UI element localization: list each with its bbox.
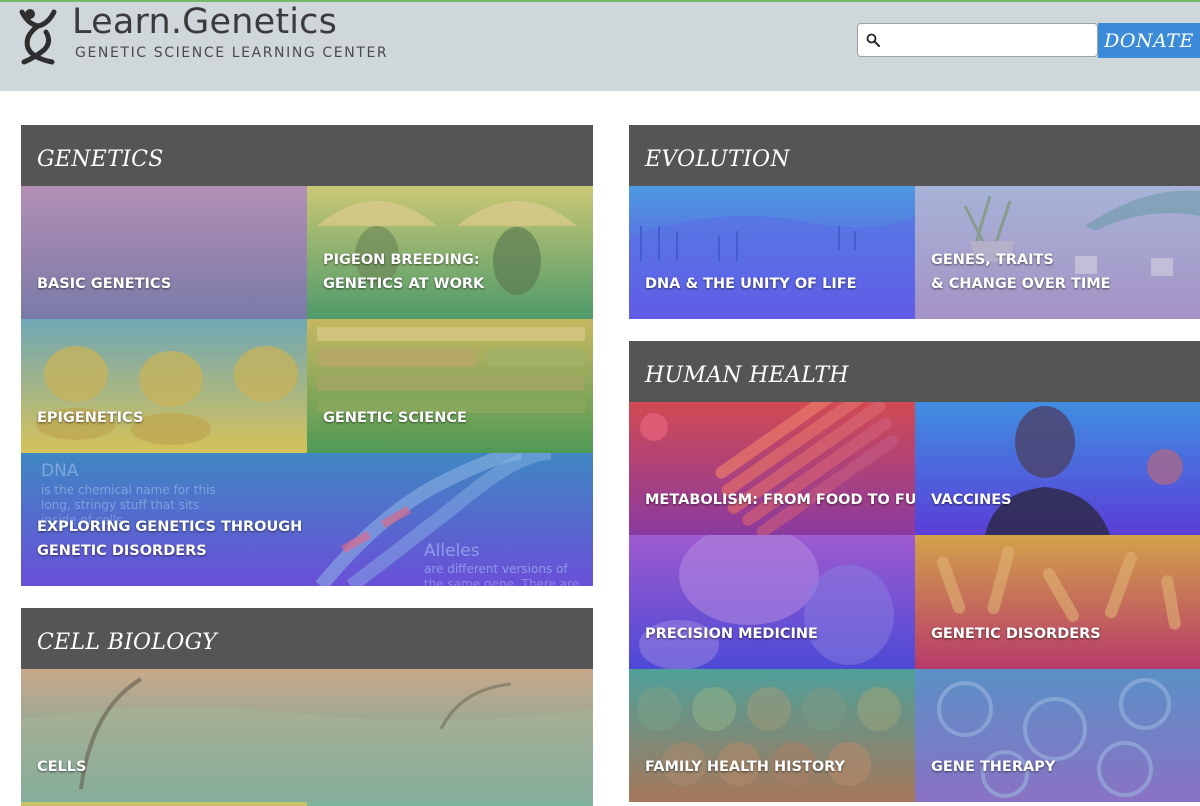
tile-label: METABOLISM: FROM FOOD TO FUEL xyxy=(645,492,915,508)
genetic-science-art xyxy=(307,319,593,453)
tile-label: PRECISION MEDICINE xyxy=(645,626,818,642)
tile-label: EPIGENETICS xyxy=(37,410,144,426)
section-title: CELL BIOLOGY xyxy=(37,630,217,655)
art-text-dna-word: DNA xyxy=(41,461,79,481)
next-row-strip-1 xyxy=(21,802,307,806)
tile-dna-unity-of-life[interactable]: DNA & THE UNITY OF LIFE xyxy=(629,186,915,319)
search-box[interactable] xyxy=(857,23,1098,57)
tile-genetic-science[interactable]: GENETIC SCIENCE xyxy=(307,319,593,453)
site-logo-title[interactable]: Learn.Genetics xyxy=(72,2,337,42)
gene-therapy-art xyxy=(915,669,1200,802)
donate-button[interactable]: DONATE xyxy=(1098,23,1200,58)
section-title: EVOLUTION xyxy=(645,147,790,172)
tile-label: FAMILY HEALTH HISTORY xyxy=(645,759,846,775)
search-icon xyxy=(866,33,880,47)
epigenetics-art xyxy=(21,319,307,453)
dna-unity-art xyxy=(629,186,915,319)
section-header-cell-biology[interactable]: CELL BIOLOGY xyxy=(21,608,593,669)
tile-label: EXPLORING GENETICS THROUGH GENETIC DISORD… xyxy=(37,519,303,559)
dna-logo-icon[interactable] xyxy=(18,6,58,66)
section-header-genetics[interactable]: GENETICS xyxy=(21,125,593,186)
tile-label: GENES, TRAITS & CHANGE OVER TIME xyxy=(931,252,1111,292)
tile-gene-therapy[interactable]: GENE THERAPY xyxy=(915,669,1200,802)
tile-cells[interactable]: CELLS xyxy=(21,669,593,802)
tile-pigeon-breeding[interactable]: PIGEON BREEDING: GENETICS AT WORK xyxy=(307,186,593,319)
tile-exploring-genetic-disorders[interactable]: DNA is the chemical name for this long, … xyxy=(21,453,593,586)
search-input[interactable] xyxy=(886,26,1091,54)
section-title: HUMAN HEALTH xyxy=(645,363,849,388)
tile-epigenetics[interactable]: EPIGENETICS xyxy=(21,319,307,453)
section-evolution: EVOLUTION DNA & THE UNITY OF LIFE GENES,… xyxy=(629,125,1200,319)
tile-label: BASIC GENETICS xyxy=(37,276,172,292)
art-text-dna-line-1: is the chemical name for this xyxy=(41,483,216,497)
art-text-alleles-line-1: are different versions of xyxy=(424,562,568,576)
art-text-alleles-word: Alleles xyxy=(424,541,480,561)
next-row-strip-2 xyxy=(307,802,593,806)
metabolism-art xyxy=(629,402,915,535)
tile-metabolism[interactable]: METABOLISM: FROM FOOD TO FUEL xyxy=(629,402,915,535)
tile-label: CELLS xyxy=(37,759,87,775)
section-header-evolution[interactable]: EVOLUTION xyxy=(629,125,1200,186)
tile-genetic-disorders[interactable]: GENETIC DISORDERS xyxy=(915,535,1200,669)
cells-art xyxy=(21,669,593,802)
section-header-human-health[interactable]: HUMAN HEALTH xyxy=(629,341,1200,402)
basic-genetics-art xyxy=(21,186,307,319)
section-genetics: GENETICS BASIC GENETICS PIGEON BREEDING:… xyxy=(21,125,593,586)
section-human-health: HUMAN HEALTH METABOLISM: FROM FOOD TO FU… xyxy=(629,341,1200,806)
section-title: GENETICS xyxy=(37,147,164,172)
tile-label: PIGEON BREEDING: GENETICS AT WORK xyxy=(323,252,485,292)
tile-label: GENETIC SCIENCE xyxy=(323,410,467,426)
tile-label: GENETIC DISORDERS xyxy=(931,626,1101,642)
vaccines-art xyxy=(915,402,1200,535)
tile-label: DNA & THE UNITY OF LIFE xyxy=(645,276,857,292)
art-text-dna-line-2: long, stringy stuff that sits xyxy=(41,498,200,512)
art-text-alleles-line-2: the same gene. There are xyxy=(424,577,580,586)
tile-genes-traits-change[interactable]: GENES, TRAITS & CHANGE OVER TIME xyxy=(915,186,1200,319)
tile-vaccines[interactable]: VACCINES xyxy=(915,402,1200,535)
genetic-disorders-art xyxy=(915,535,1200,669)
precision-medicine-art xyxy=(629,535,915,669)
tile-family-health-history[interactable]: FAMILY HEALTH HISTORY xyxy=(629,669,915,802)
site-logo-subtitle: GENETIC SCIENCE LEARNING CENTER xyxy=(75,45,389,61)
family-health-art xyxy=(629,669,915,802)
site-header: Learn.Genetics GENETIC SCIENCE LEARNING … xyxy=(0,2,1200,91)
tile-basic-genetics[interactable]: BASIC GENETICS xyxy=(21,186,307,319)
tile-label: GENE THERAPY xyxy=(931,759,1056,775)
tile-precision-medicine[interactable]: PRECISION MEDICINE xyxy=(629,535,915,669)
section-cell-biology: CELL BIOLOGY CELLS xyxy=(21,608,593,806)
tile-label: VACCINES xyxy=(931,492,1012,508)
